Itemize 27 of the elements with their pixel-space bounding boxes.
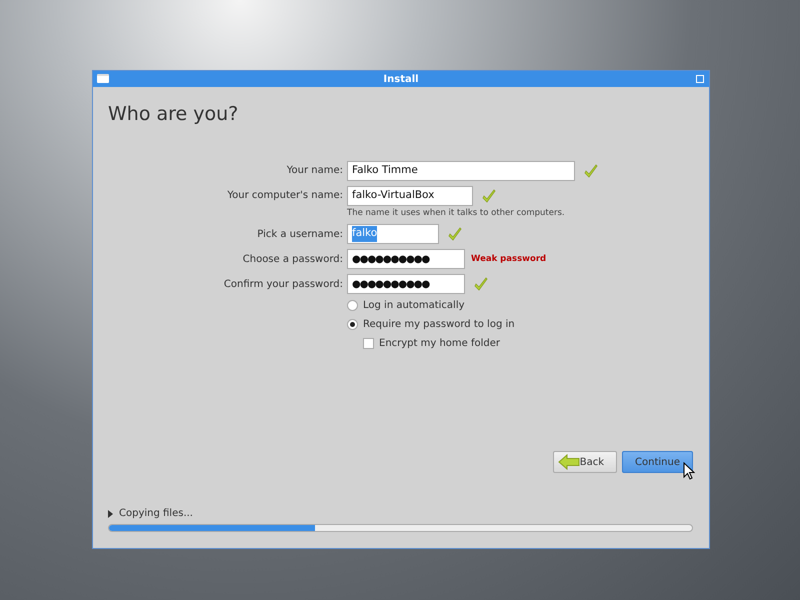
checkbox[interactable] (363, 338, 374, 350)
page-heading: Who are you? (108, 102, 240, 127)
input-field[interactable]: falko-VirtualBox (347, 186, 473, 206)
expander-triangle-icon[interactable] (108, 510, 113, 518)
field-label: Pick a username: (256, 228, 343, 242)
password-strength: Weak password (471, 252, 546, 266)
option-label[interactable]: Encrypt my home folder (379, 336, 500, 352)
option-label[interactable]: Require my password to log in (363, 317, 515, 332)
continue-button[interactable]: Continue (622, 451, 693, 473)
field-label: Your computer's name: (226, 189, 343, 203)
radio-button[interactable] (347, 319, 358, 330)
window-title: Install (383, 72, 419, 86)
radio-button[interactable] (347, 300, 358, 312)
field-label: Choose a password: (242, 252, 343, 267)
window-icon (97, 74, 109, 83)
back-button[interactable]: Back (552, 451, 618, 473)
mouse-pointer-icon (683, 462, 695, 480)
field-label: Your name: (286, 164, 343, 178)
hint-text: The name it uses when it talks to other computers. (347, 206, 566, 220)
maximize-button[interactable] (696, 75, 704, 83)
option-label[interactable]: Log in automatically (363, 298, 465, 314)
password-field[interactable]: ●●●●●●●●●● (347, 249, 465, 270)
password-field[interactable]: ●●●●●●●●●● (347, 274, 465, 294)
field-label: Confirm your password: (222, 278, 343, 292)
progress-label: Copying files... (119, 507, 193, 521)
arrow-left-icon (558, 454, 580, 470)
input-field[interactable]: Falko Timme (347, 160, 575, 180)
